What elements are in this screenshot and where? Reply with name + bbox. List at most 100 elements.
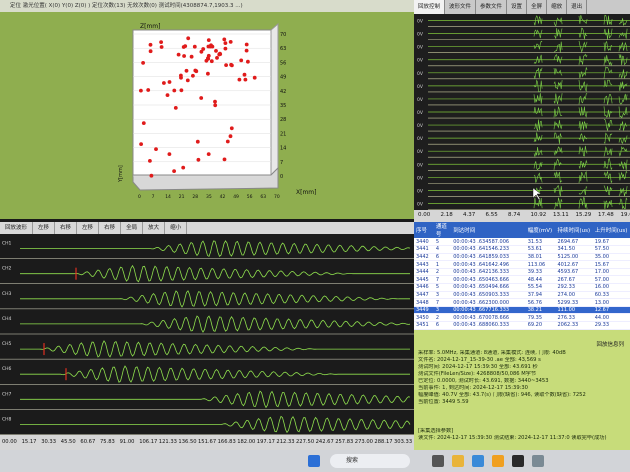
table-cell: 3449: [414, 306, 434, 315]
table-cell: 6: [433, 253, 452, 262]
event-point: [209, 43, 213, 48]
playback-tool-button[interactable]: 左移: [33, 222, 56, 234]
channel-label: CH4: [2, 316, 12, 322]
playback-tool-button[interactable]: 右移: [99, 222, 122, 234]
column-header[interactable]: 持续时间(us): [555, 222, 593, 238]
terminal-icon[interactable]: [512, 455, 524, 467]
time-tick-label: 6.55: [485, 212, 498, 218]
table-cell: 111.00: [555, 306, 593, 315]
waveform-burst: [533, 197, 543, 209]
time-tick-label: 273.00: [354, 439, 373, 445]
playback-tool-button[interactable]: 回放波形: [0, 222, 34, 234]
app-icon-2[interactable]: [532, 455, 544, 467]
table-row[interactable]: 3441 4 00:00:43 .641546.233 53.61 341.50 57.5…: [414, 245, 630, 254]
event-point: [148, 42, 153, 47]
table-row[interactable]: 3443 1 00:00:43 .641642.496 113.06 4012.67 15…: [414, 260, 630, 269]
taskbar-search[interactable]: 搜索: [330, 454, 410, 468]
playback-tool-button[interactable]: 全局: [121, 222, 144, 234]
waveform-burst: [618, 69, 628, 79]
event-point: [176, 52, 181, 57]
waveform-trace: [20, 290, 410, 308]
playback-tool-button[interactable]: 放大: [143, 222, 166, 234]
table-cell: 00:00:43 .641642.496: [451, 260, 526, 269]
time-tick-label: 60.67: [80, 439, 96, 445]
column-header[interactable]: 上升时间(us): [592, 222, 630, 238]
waveform-burst: [618, 186, 628, 197]
column-header[interactable]: 通道号: [433, 222, 452, 238]
table-cell: 267.67: [555, 275, 593, 285]
time-tick-label: 106.17: [139, 439, 158, 445]
wave-tab[interactable]: 设置: [507, 0, 528, 14]
table-cell: 00:00:43 .641859.033: [451, 253, 526, 262]
column-header[interactable]: 到达时间: [451, 222, 526, 238]
edge-browser-icon[interactable]: [472, 455, 484, 467]
channel-label: 0V: [417, 188, 424, 194]
info-line: 当前事件: 1, 到达时间: 2024-12-17 15:39:30: [418, 385, 528, 391]
time-tick-label: 197.17: [256, 439, 275, 445]
table-row[interactable]: 3445 7 00:00:43 .650463.666 48.44 267.67 57.0…: [414, 275, 630, 285]
playback-tool-button[interactable]: 左移: [77, 222, 100, 234]
table-row[interactable]: 3450 2 00:00:43 .670078.666 79.35 276.33 44.0…: [414, 313, 630, 323]
channel-label: CH2: [2, 266, 12, 272]
waveform-trace: [20, 264, 410, 283]
waveform-burst: [533, 107, 543, 117]
channel-label: 0V: [417, 71, 424, 77]
waveform-burst: [578, 186, 588, 196]
playback-tool-button[interactable]: 缩小: [165, 222, 188, 234]
table-row[interactable]: 3449 3 00:00:43 .667716.333 38.21 111.00 12.6…: [414, 306, 630, 315]
event-point: [172, 88, 177, 93]
table-row[interactable]: 3451 6 00:00:43 .688060.333 69.20 2062.33 29.…: [414, 321, 630, 330]
table-cell: 53.61: [525, 245, 556, 254]
time-tick-label: 0.00: [418, 212, 431, 218]
table-row[interactable]: 3442 6 00:00:43 .641859.033 38.01 5125.00 35.…: [414, 253, 630, 262]
table-cell: 274.00: [555, 291, 593, 300]
plot3d-canvas[interactable]: 70635649423528211470 0 7 14 21 28 35 42 49 56 63 7…: [0, 12, 414, 219]
event-point: [228, 134, 233, 139]
table-row[interactable]: 3446 5 00:00:43 .650494.666 55.54 292.33 16.0…: [414, 283, 630, 292]
wave-tab[interactable]: 波形文件: [445, 0, 477, 14]
table-cell: 3446: [414, 283, 434, 292]
channel-label: 0V: [417, 45, 424, 51]
playback-waveform-canvas[interactable]: CH1 CH2 CH3 CH4 CH5 CH6 CH7 CH8: [0, 234, 414, 435]
event-point: [206, 71, 210, 76]
table-cell: 4012.67: [555, 260, 593, 269]
windows-start-icon[interactable]: [308, 455, 320, 467]
time-tick-label: 303.33: [394, 439, 413, 445]
time-tick-label: 15.29: [575, 212, 592, 218]
time-tick-label: 17.48: [598, 212, 614, 218]
time-tick-label: 242.67: [315, 439, 334, 445]
channel-label: 0V: [417, 175, 424, 181]
waveform-burst: [553, 171, 563, 184]
waveform-burst: [533, 93, 543, 104]
event-point: [148, 159, 152, 163]
waveform-burst: [533, 54, 543, 64]
event-point: [201, 47, 206, 51]
file-explorer-icon[interactable]: [452, 455, 464, 467]
playback-tool-button[interactable]: 右移: [55, 222, 78, 234]
table-cell: 35.00: [592, 253, 630, 262]
table-cell: 7: [433, 275, 452, 285]
task-view-icon[interactable]: [432, 455, 444, 467]
time-tick-label: 121.33: [158, 439, 177, 445]
wave-tab[interactable]: 缩放: [547, 0, 568, 14]
table-cell: 44.00: [592, 313, 630, 323]
wave-tab[interactable]: 回放控制: [414, 0, 446, 14]
wave-tab[interactable]: 参数文件: [476, 0, 508, 14]
waveform-burst: [618, 41, 628, 52]
table-cell: 3448: [414, 298, 434, 307]
wave-tab[interactable]: 退出: [567, 0, 588, 14]
table-cell: 2: [433, 268, 452, 277]
table-row[interactable]: 3447 3 00:00:43 .650903.333 37.94 274.00 60.3…: [414, 291, 630, 300]
table-row[interactable]: 3444 2 00:00:43 .642136.333 39.33 4593.67 17.…: [414, 268, 630, 277]
waveform-overview-canvas[interactable]: 0V 0V 0V 0V 0V 0V 0V 0V 0V 0V 0V 0V 0V 0V 0V: [414, 14, 630, 210]
column-header[interactable]: 幅度(mV): [525, 222, 556, 238]
event-point: [141, 61, 146, 65]
column-header[interactable]: 序号: [414, 222, 434, 238]
x-tick-label: 56: [247, 194, 253, 200]
time-tick-label: 00.00: [2, 439, 17, 445]
info-line: 测试时间: 2024-12-17 15:39:30 全部: 43.691 秒: [418, 364, 538, 370]
table-row[interactable]: 3440 5 00:00:43 .634587.006 31.53 2694.67 19.…: [414, 238, 630, 247]
table-row[interactable]: 3448 7 00:00:43 .662300.000 56.76 5299.33 13.…: [414, 298, 630, 307]
app-icon[interactable]: [492, 455, 504, 467]
wave-tab[interactable]: 全屏: [527, 0, 548, 14]
